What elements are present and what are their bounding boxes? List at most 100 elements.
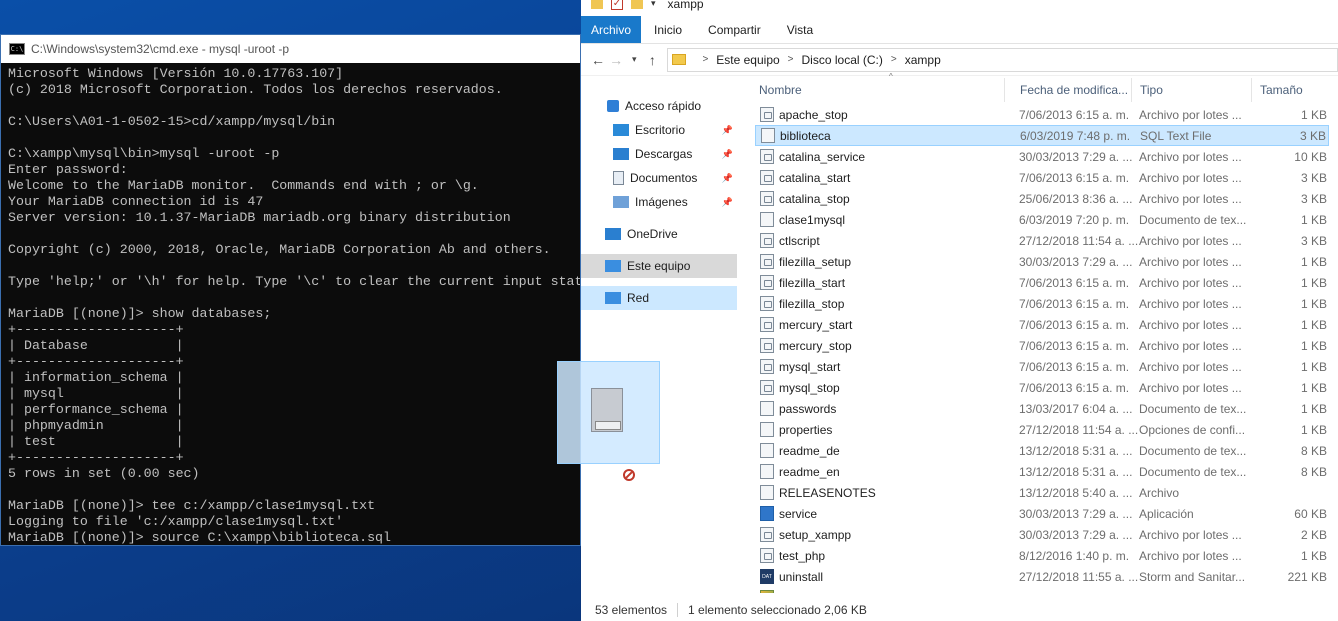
file-type: SQL Text File: [1140, 128, 1212, 143]
file-size: 221 KB: [1287, 569, 1327, 584]
pin-icon: 📌: [721, 148, 733, 159]
column-label: Fecha de modifica...: [1020, 83, 1129, 97]
file-type: Archivo por lotes ...: [1139, 317, 1242, 332]
file-size: 3 KB: [1300, 170, 1327, 185]
chevron-right-icon[interactable]: >: [702, 54, 708, 65]
column-header-tamano[interactable]: Tamaño: [1252, 78, 1338, 102]
back-arrow-icon[interactable]: ←: [589, 52, 607, 68]
file-row[interactable]: mercury_stop 7/06/2013 6:15 a. m. Archivo …: [755, 335, 1329, 356]
file-name: mysql_stop: [779, 380, 840, 395]
nav-item-documentos[interactable]: Documentos 📌: [581, 166, 737, 190]
new-folder-icon[interactable]: [631, 0, 643, 9]
tab-vista[interactable]: Vista: [774, 16, 826, 43]
chevron-right-icon[interactable]: >: [788, 54, 794, 65]
file-row[interactable]: ctlscript 27/12/2018 11:54 a. ... Archivo …: [755, 230, 1329, 251]
file-row[interactable]: uninstall 27/12/2018 11:55 a. ...Aplicaci…: [755, 587, 1329, 593]
file-row[interactable]: catalina_start 7/06/2013 6:15 a. m. Archiv…: [755, 167, 1329, 188]
cmd-titlebar[interactable]: C:\ C:\Windows\system32\cmd.exe - mysql …: [1, 35, 580, 63]
desktop-folder-icon: [613, 124, 629, 136]
column-header-nombre[interactable]: ^ Nombre: [751, 72, 1005, 102]
console-line: MariaDB [(none)]> tee c:/xampp/clase1mys…: [8, 498, 376, 513]
nav-item-acceso-rapido[interactable]: Acceso rápido: [581, 94, 737, 118]
file-row[interactable]: biblioteca 6/03/2019 7:48 p. m. SQL Text F…: [755, 125, 1329, 146]
file-size: 1 KB: [1300, 317, 1327, 332]
file-name: service: [779, 506, 818, 521]
column-header-fecha[interactable]: Fecha de modifica...: [1012, 78, 1132, 102]
file-row[interactable]: DAT uninstall 27/12/2018 11:55 a. ... Storm…: [755, 566, 1329, 587]
file-name: readme_en: [779, 464, 840, 479]
file-type: Documento de tex...: [1139, 212, 1247, 227]
file-row[interactable]: readme_de 13/12/2018 5:31 a. ... Documento…: [755, 440, 1329, 461]
bat-file-icon: [760, 170, 774, 185]
file-row[interactable]: service 30/03/2013 7:29 a. ... Aplicación 6…: [755, 503, 1329, 524]
bat-file-icon: [760, 380, 774, 395]
file-explorer-window[interactable]: ✓ ▾ xampp Archivo Inicio Compartir Vista…: [581, 0, 1338, 621]
file-row[interactable]: catalina_stop 25/06/2013 8:36 a. ... Archi…: [755, 188, 1329, 209]
file-row[interactable]: clase1mysql 6/03/2019 7:20 p. m. Documento…: [755, 209, 1329, 230]
breadcrumb-disco-local[interactable]: Disco local (C:): [802, 53, 883, 67]
customize-toolbar-icon[interactable]: ▾: [651, 0, 656, 9]
properties-check-icon[interactable]: ✓: [611, 0, 623, 10]
file-type: Archivo por lotes ...: [1139, 107, 1242, 122]
tab-compartir[interactable]: Compartir: [695, 16, 774, 43]
file-name: properties: [779, 422, 833, 437]
file-date: 7/06/2013 6:15 a. m.: [1019, 170, 1130, 185]
nav-item-imagenes[interactable]: Imágenes 📌: [581, 190, 737, 214]
file-row[interactable]: RELEASENOTES 13/12/2018 5:40 a. ... Archiv…: [755, 482, 1329, 503]
folder-icon[interactable]: [591, 0, 603, 9]
column-header-tipo[interactable]: Tipo: [1132, 78, 1252, 102]
file-size: 1 KB: [1300, 359, 1327, 374]
file-row[interactable]: filezilla_stop 7/06/2013 6:15 a. m. Archiv…: [755, 293, 1329, 314]
file-type: Documento de tex...: [1139, 443, 1247, 458]
nav-item-red[interactable]: Red: [581, 286, 737, 310]
nav-item-onedrive[interactable]: OneDrive: [581, 222, 737, 246]
file-size: 1 KB: [1300, 254, 1327, 269]
file-name: filezilla_start: [779, 275, 846, 290]
file-date: 7/06/2013 6:15 a. m.: [1019, 275, 1130, 290]
file-row[interactable]: mysql_start 7/06/2013 6:15 a. m. Archivo p…: [755, 356, 1329, 377]
file-name: filezilla_stop: [779, 296, 845, 311]
file-row[interactable]: readme_en 13/12/2018 5:31 a. ... Documento…: [755, 461, 1329, 482]
up-arrow-icon[interactable]: ↑: [643, 52, 661, 68]
chevron-right-icon[interactable]: >: [891, 54, 897, 65]
breadcrumb-este-equipo[interactable]: Este equipo: [716, 53, 779, 67]
file-date: 7/06/2013 6:15 a. m.: [1019, 296, 1130, 311]
file-row[interactable]: mercury_start 7/06/2013 6:15 a. m. Archivo…: [755, 314, 1329, 335]
bat-file-icon: [760, 275, 774, 290]
file-row[interactable]: properties 27/12/2018 11:54 a. ... Opcione…: [755, 419, 1329, 440]
console-line: C:\Users\A01-1-0502-15>cd/xampp/mysql/bi…: [8, 114, 336, 129]
file-row[interactable]: filezilla_start 7/06/2013 6:15 a. m. Archi…: [755, 272, 1329, 293]
forward-arrow-icon[interactable]: →: [607, 52, 625, 68]
file-size: 1 KB: [1300, 212, 1327, 227]
file-row[interactable]: test_php 8/12/2016 1:40 p. m. Archivo por …: [755, 545, 1329, 566]
file-row[interactable]: mysql_stop 7/06/2013 6:15 a. m. Archivo po…: [755, 377, 1329, 398]
file-row[interactable]: catalina_service 30/03/2013 7:29 a. ... Ar…: [755, 146, 1329, 167]
recent-locations-icon[interactable]: ▾: [625, 54, 643, 65]
cmd-console-output[interactable]: Microsoft Windows [Versión 10.0.17763.10…: [1, 63, 580, 545]
file-date: 7/06/2013 6:15 a. m.: [1019, 380, 1130, 395]
nav-item-escritorio[interactable]: Escritorio 📌: [581, 118, 737, 142]
file-row[interactable]: filezilla_setup 30/03/2013 7:29 a. ... Arc…: [755, 251, 1329, 272]
breadcrumb-xampp[interactable]: xampp: [905, 53, 941, 67]
nav-item-descargas[interactable]: Descargas 📌: [581, 142, 737, 166]
sql-file-icon: [761, 128, 775, 143]
tab-archivo[interactable]: Archivo: [581, 16, 642, 43]
drag-preview: [557, 361, 660, 464]
file-type: Documento de tex...: [1139, 401, 1247, 416]
file-size: 1 KB: [1300, 401, 1327, 416]
file-list[interactable]: apache_stop 7/06/2013 6:15 a. m. Archivo p…: [741, 103, 1338, 593]
bat-file-icon: [760, 254, 774, 269]
file-row[interactable]: setup_xampp 30/03/2013 7:29 a. ... Archivo…: [755, 524, 1329, 545]
tab-inicio[interactable]: Inicio: [641, 16, 695, 43]
documents-icon: [613, 171, 624, 185]
nav-item-este-equipo[interactable]: Este equipo: [581, 254, 737, 278]
file-row[interactable]: passwords 13/03/2017 6:04 a. ... Documento…: [755, 398, 1329, 419]
address-bar[interactable]: > Este equipo > Disco local (C:) > xampp: [667, 47, 1338, 72]
console-line: +--------------------+: [8, 354, 184, 369]
console-line: MariaDB [(none)]> show databases;: [8, 306, 272, 321]
pictures-icon: [613, 196, 629, 208]
file-row[interactable]: apache_stop 7/06/2013 6:15 a. m. Archivo p…: [755, 104, 1329, 125]
cmd-window[interactable]: C:\ C:\Windows\system32\cmd.exe - mysql …: [0, 34, 581, 546]
